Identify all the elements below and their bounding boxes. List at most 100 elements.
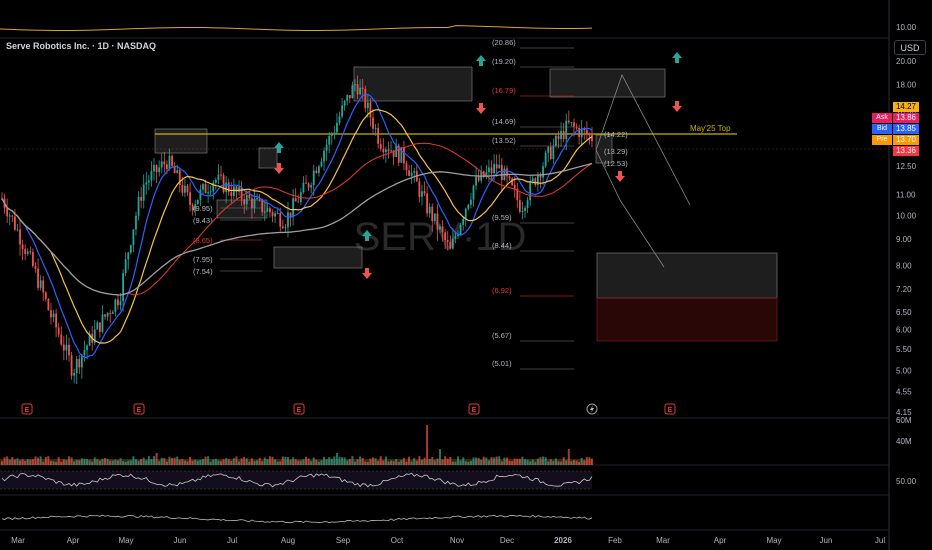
target-zone	[596, 252, 778, 299]
candle-body	[86, 345, 88, 351]
volume-bar	[227, 458, 230, 465]
volume-bar	[106, 458, 109, 465]
volume-bar	[80, 458, 83, 465]
volume-bar	[359, 456, 362, 465]
fib-label: (13.52)	[492, 136, 516, 145]
earnings-letter: E	[25, 407, 30, 414]
y-tick-label: 6.00	[896, 326, 912, 335]
volume-bar	[328, 457, 331, 465]
candle-body	[189, 192, 191, 205]
candle-body	[421, 191, 423, 197]
volume-bar	[531, 459, 534, 465]
earnings-marker[interactable]: E	[21, 403, 33, 415]
price-chart[interactable]: SERV·1D May'25 Top (9.95)(9.43)(8.65)(7.…	[0, 0, 932, 550]
volume-bar	[201, 458, 204, 465]
volume-bar	[554, 458, 557, 465]
candle-body	[524, 207, 526, 211]
candle-body	[549, 146, 552, 159]
candle-body	[433, 213, 436, 222]
lightning-icon[interactable]	[586, 403, 598, 415]
candle-body	[29, 251, 32, 253]
candle-body	[217, 174, 220, 180]
volume-bar	[521, 456, 524, 465]
volume-bar	[16, 458, 19, 465]
time-axis[interactable]: Mar Apr May Jun Jul Aug Sep Oct Nov Dec 2026 Feb Mar…	[11, 536, 885, 545]
volume-bar	[256, 460, 259, 465]
candle-body	[47, 298, 50, 311]
arrow-shaft	[365, 268, 369, 273]
volume-bar	[57, 457, 60, 465]
earnings-markers[interactable]: EEEEE	[21, 403, 676, 415]
volume-bar	[124, 461, 127, 465]
volume-bar	[178, 459, 181, 465]
volume-bar	[88, 460, 91, 465]
candle-body	[181, 185, 184, 193]
candle-body	[526, 200, 529, 208]
candle-body	[16, 229, 19, 231]
candle-body	[284, 227, 287, 229]
volume-bar	[49, 460, 52, 465]
candle-body	[384, 149, 387, 153]
earnings-marker[interactable]: E	[133, 403, 145, 415]
arrow-head	[274, 142, 284, 148]
volume-bar	[410, 461, 413, 465]
volume-bar	[268, 456, 271, 465]
candle-body	[8, 215, 11, 217]
x-tick-label: Sep	[336, 536, 351, 545]
volume-bar	[122, 461, 125, 465]
candle-body	[462, 218, 465, 225]
volume-bar	[163, 457, 166, 465]
arrow-head	[476, 108, 486, 114]
volume-bar	[101, 458, 104, 465]
price-axis[interactable]: 20.0018.0016.0014.0012.5011.0010.009.008…	[888, 0, 917, 550]
candle-body	[361, 87, 364, 90]
volume-tick-label: 60M	[896, 416, 912, 425]
volume-bar	[418, 456, 421, 465]
volume-bar	[104, 457, 107, 465]
volume-bar	[127, 460, 130, 465]
x-tick-label: May	[118, 536, 133, 545]
volume-bar	[312, 457, 315, 465]
volume-bar	[147, 456, 150, 465]
volume-bar	[307, 458, 310, 465]
earnings-marker[interactable]: E	[468, 403, 480, 415]
price-zone	[353, 66, 473, 102]
candle-body	[80, 354, 83, 368]
volume-tick-label: 40M	[896, 437, 912, 446]
volume-bar	[431, 456, 434, 465]
volume-bar	[29, 459, 32, 465]
earnings-marker[interactable]: E	[293, 403, 305, 415]
candle-body	[24, 249, 27, 254]
y-tick-label: 5.00	[896, 366, 912, 375]
earnings-marker[interactable]: E	[664, 403, 676, 415]
volume-bar	[384, 456, 387, 465]
fib-label: (8.44)	[492, 241, 512, 250]
candle-body	[271, 212, 274, 217]
fib-label: (7.95)	[193, 255, 213, 264]
volume-bar	[402, 457, 405, 465]
arrow-head	[476, 55, 486, 61]
candle-body	[446, 240, 449, 242]
volume-bar	[134, 459, 137, 465]
candle-body	[562, 130, 565, 140]
candle-body	[127, 252, 130, 260]
volume-bar	[513, 458, 516, 465]
volume-bar	[330, 458, 333, 465]
symbol-title[interactable]: Serve Robotics Inc. · 1D · NASDAQ	[6, 41, 156, 51]
y-tick-label: 10.00	[896, 212, 917, 221]
candle-body	[464, 208, 467, 219]
candle-body	[565, 120, 568, 140]
candle-body	[346, 95, 349, 101]
candle-body	[534, 178, 537, 185]
volume-bar	[490, 457, 493, 465]
candle-body	[199, 189, 202, 200]
candle-body	[289, 212, 292, 218]
volume-bar	[96, 459, 99, 465]
volume-bar	[26, 459, 29, 465]
candle-body	[153, 165, 155, 172]
candle-body	[160, 161, 163, 168]
candle-body	[19, 229, 21, 245]
currency-button[interactable]: USD	[894, 40, 926, 55]
x-tick-label: Feb	[608, 536, 622, 545]
candle-body	[122, 273, 124, 302]
